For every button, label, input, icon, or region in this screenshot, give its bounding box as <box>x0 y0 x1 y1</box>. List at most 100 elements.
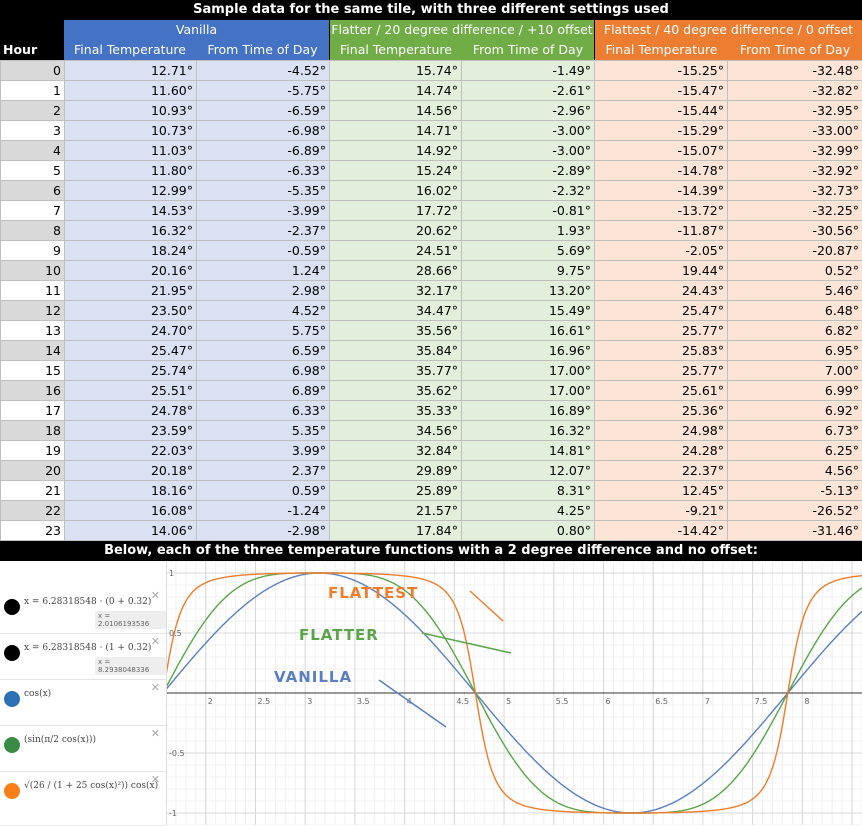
close-icon[interactable]: ✕ <box>151 635 160 648</box>
hour-cell[interactable]: 6 <box>1 181 65 201</box>
temperature-cell[interactable]: 16.61° <box>462 321 595 341</box>
temperature-cell[interactable]: -5.75° <box>197 81 330 101</box>
temperature-cell[interactable]: 14.06° <box>65 521 197 541</box>
temperature-cell[interactable]: -6.89° <box>197 141 330 161</box>
temperature-cell[interactable]: 16.96° <box>462 341 595 361</box>
temperature-cell[interactable]: -20.87° <box>728 241 862 261</box>
hour-cell[interactable]: 13 <box>1 321 65 341</box>
temperature-cell[interactable]: 11.03° <box>65 141 197 161</box>
temperature-cell[interactable]: 10.93° <box>65 101 197 121</box>
hour-cell[interactable]: 14 <box>1 341 65 361</box>
temperature-cell[interactable]: 10.73° <box>65 121 197 141</box>
temperature-cell[interactable]: 35.56° <box>330 321 462 341</box>
temperature-cell[interactable]: 32.84° <box>330 441 462 461</box>
temperature-cell[interactable]: 7.00° <box>728 361 862 381</box>
temperature-cell[interactable]: 25.36° <box>595 401 728 421</box>
hour-cell[interactable]: 23 <box>1 521 65 541</box>
temperature-cell[interactable]: 6.73° <box>728 421 862 441</box>
temperature-cell[interactable]: 5.69° <box>462 241 595 261</box>
temperature-cell[interactable]: 20.18° <box>65 461 197 481</box>
temperature-cell[interactable]: -32.82° <box>728 81 862 101</box>
hour-cell[interactable]: 11 <box>1 281 65 301</box>
temperature-cell[interactable]: 0.80° <box>462 521 595 541</box>
temperature-cell[interactable]: 35.33° <box>330 401 462 421</box>
temperature-cell[interactable]: 34.47° <box>330 301 462 321</box>
temperature-cell[interactable]: 14.56° <box>330 101 462 121</box>
temperature-cell[interactable]: 14.81° <box>462 441 595 461</box>
temperature-cell[interactable]: -1.24° <box>197 501 330 521</box>
temperature-cell[interactable]: -6.33° <box>197 161 330 181</box>
temperature-cell[interactable]: 6.92° <box>728 401 862 421</box>
close-icon[interactable]: ✕ <box>151 681 160 694</box>
temperature-cell[interactable]: 15.49° <box>462 301 595 321</box>
temperature-cell[interactable]: -5.13° <box>728 481 862 501</box>
temperature-cell[interactable]: -15.25° <box>595 61 728 81</box>
temperature-cell[interactable]: -32.95° <box>728 101 862 121</box>
temperature-cell[interactable]: 25.51° <box>65 381 197 401</box>
temperature-cell[interactable]: 17.72° <box>330 201 462 221</box>
temperature-cell[interactable]: 8.31° <box>462 481 595 501</box>
expression-item[interactable]: cos(x) ✕ <box>0 679 166 726</box>
temperature-cell[interactable]: -2.32° <box>462 181 595 201</box>
temperature-cell[interactable]: 25.74° <box>65 361 197 381</box>
temperature-cell[interactable]: 4.52° <box>197 301 330 321</box>
temperature-cell[interactable]: 12.99° <box>65 181 197 201</box>
temperature-cell[interactable]: 5.46° <box>728 281 862 301</box>
temperature-cell[interactable]: -5.35° <box>197 181 330 201</box>
temperature-cell[interactable]: 6.25° <box>728 441 862 461</box>
temperature-cell[interactable]: -3.99° <box>197 201 330 221</box>
close-icon[interactable]: ✕ <box>151 589 160 602</box>
temperature-cell[interactable]: -6.98° <box>197 121 330 141</box>
temperature-cell[interactable]: 12.07° <box>462 461 595 481</box>
temperature-cell[interactable]: 17.84° <box>330 521 462 541</box>
temperature-cell[interactable]: -33.00° <box>728 121 862 141</box>
temperature-cell[interactable]: 16.32° <box>65 221 197 241</box>
temperature-cell[interactable]: 29.89° <box>330 461 462 481</box>
temperature-cell[interactable]: 25.61° <box>595 381 728 401</box>
temperature-cell[interactable]: 11.60° <box>65 81 197 101</box>
hour-cell[interactable]: 7 <box>1 201 65 221</box>
temperature-cell[interactable]: 16.08° <box>65 501 197 521</box>
temperature-cell[interactable]: 25.77° <box>595 321 728 341</box>
temperature-cell[interactable]: 22.03° <box>65 441 197 461</box>
temperature-cell[interactable]: 14.71° <box>330 121 462 141</box>
hour-cell[interactable]: 20 <box>1 461 65 481</box>
temperature-cell[interactable]: 15.74° <box>330 61 462 81</box>
temperature-cell[interactable]: 24.51° <box>330 241 462 261</box>
temperature-cell[interactable]: 17.00° <box>462 381 595 401</box>
temperature-cell[interactable]: 0.52° <box>728 261 862 281</box>
temperature-cell[interactable]: 18.16° <box>65 481 197 501</box>
temperature-cell[interactable]: 5.75° <box>197 321 330 341</box>
close-icon[interactable]: ✕ <box>151 773 160 786</box>
temperature-cell[interactable]: -32.48° <box>728 61 862 81</box>
temperature-cell[interactable]: -15.44° <box>595 101 728 121</box>
temperature-cell[interactable]: -14.78° <box>595 161 728 181</box>
hour-cell[interactable]: 22 <box>1 501 65 521</box>
temperature-cell[interactable]: 24.70° <box>65 321 197 341</box>
temperature-cell[interactable]: 23.59° <box>65 421 197 441</box>
temperature-cell[interactable]: -26.52° <box>728 501 862 521</box>
hour-cell[interactable]: 8 <box>1 221 65 241</box>
temperature-cell[interactable]: -2.37° <box>197 221 330 241</box>
temperature-cell[interactable]: -1.49° <box>462 61 595 81</box>
temperature-cell[interactable]: 25.47° <box>595 301 728 321</box>
temperature-cell[interactable]: -30.56° <box>728 221 862 241</box>
expression-item[interactable]: x = 6.28318548 · (0 + 0.32) x = 2.010619… <box>0 587 166 634</box>
hour-cell[interactable]: 16 <box>1 381 65 401</box>
temperature-cell[interactable]: -32.25° <box>728 201 862 221</box>
temperature-cell[interactable]: 6.48° <box>728 301 862 321</box>
temperature-cell[interactable]: 24.98° <box>595 421 728 441</box>
temperature-cell[interactable]: 35.77° <box>330 361 462 381</box>
temperature-cell[interactable]: -9.21° <box>595 501 728 521</box>
temperature-cell[interactable]: 13.20° <box>462 281 595 301</box>
temperature-cell[interactable]: 22.37° <box>595 461 728 481</box>
expression-item[interactable]: x = 6.28318548 · (1 + 0.32) x = 8.293804… <box>0 633 166 680</box>
hour-cell[interactable]: 15 <box>1 361 65 381</box>
temperature-cell[interactable]: 4.25° <box>462 501 595 521</box>
temperature-cell[interactable]: 3.99° <box>197 441 330 461</box>
temperature-cell[interactable]: 6.95° <box>728 341 862 361</box>
temperature-cell[interactable]: 1.24° <box>197 261 330 281</box>
temperature-cell[interactable]: 14.53° <box>65 201 197 221</box>
hour-cell[interactable]: 19 <box>1 441 65 461</box>
temperature-cell[interactable]: -0.81° <box>462 201 595 221</box>
